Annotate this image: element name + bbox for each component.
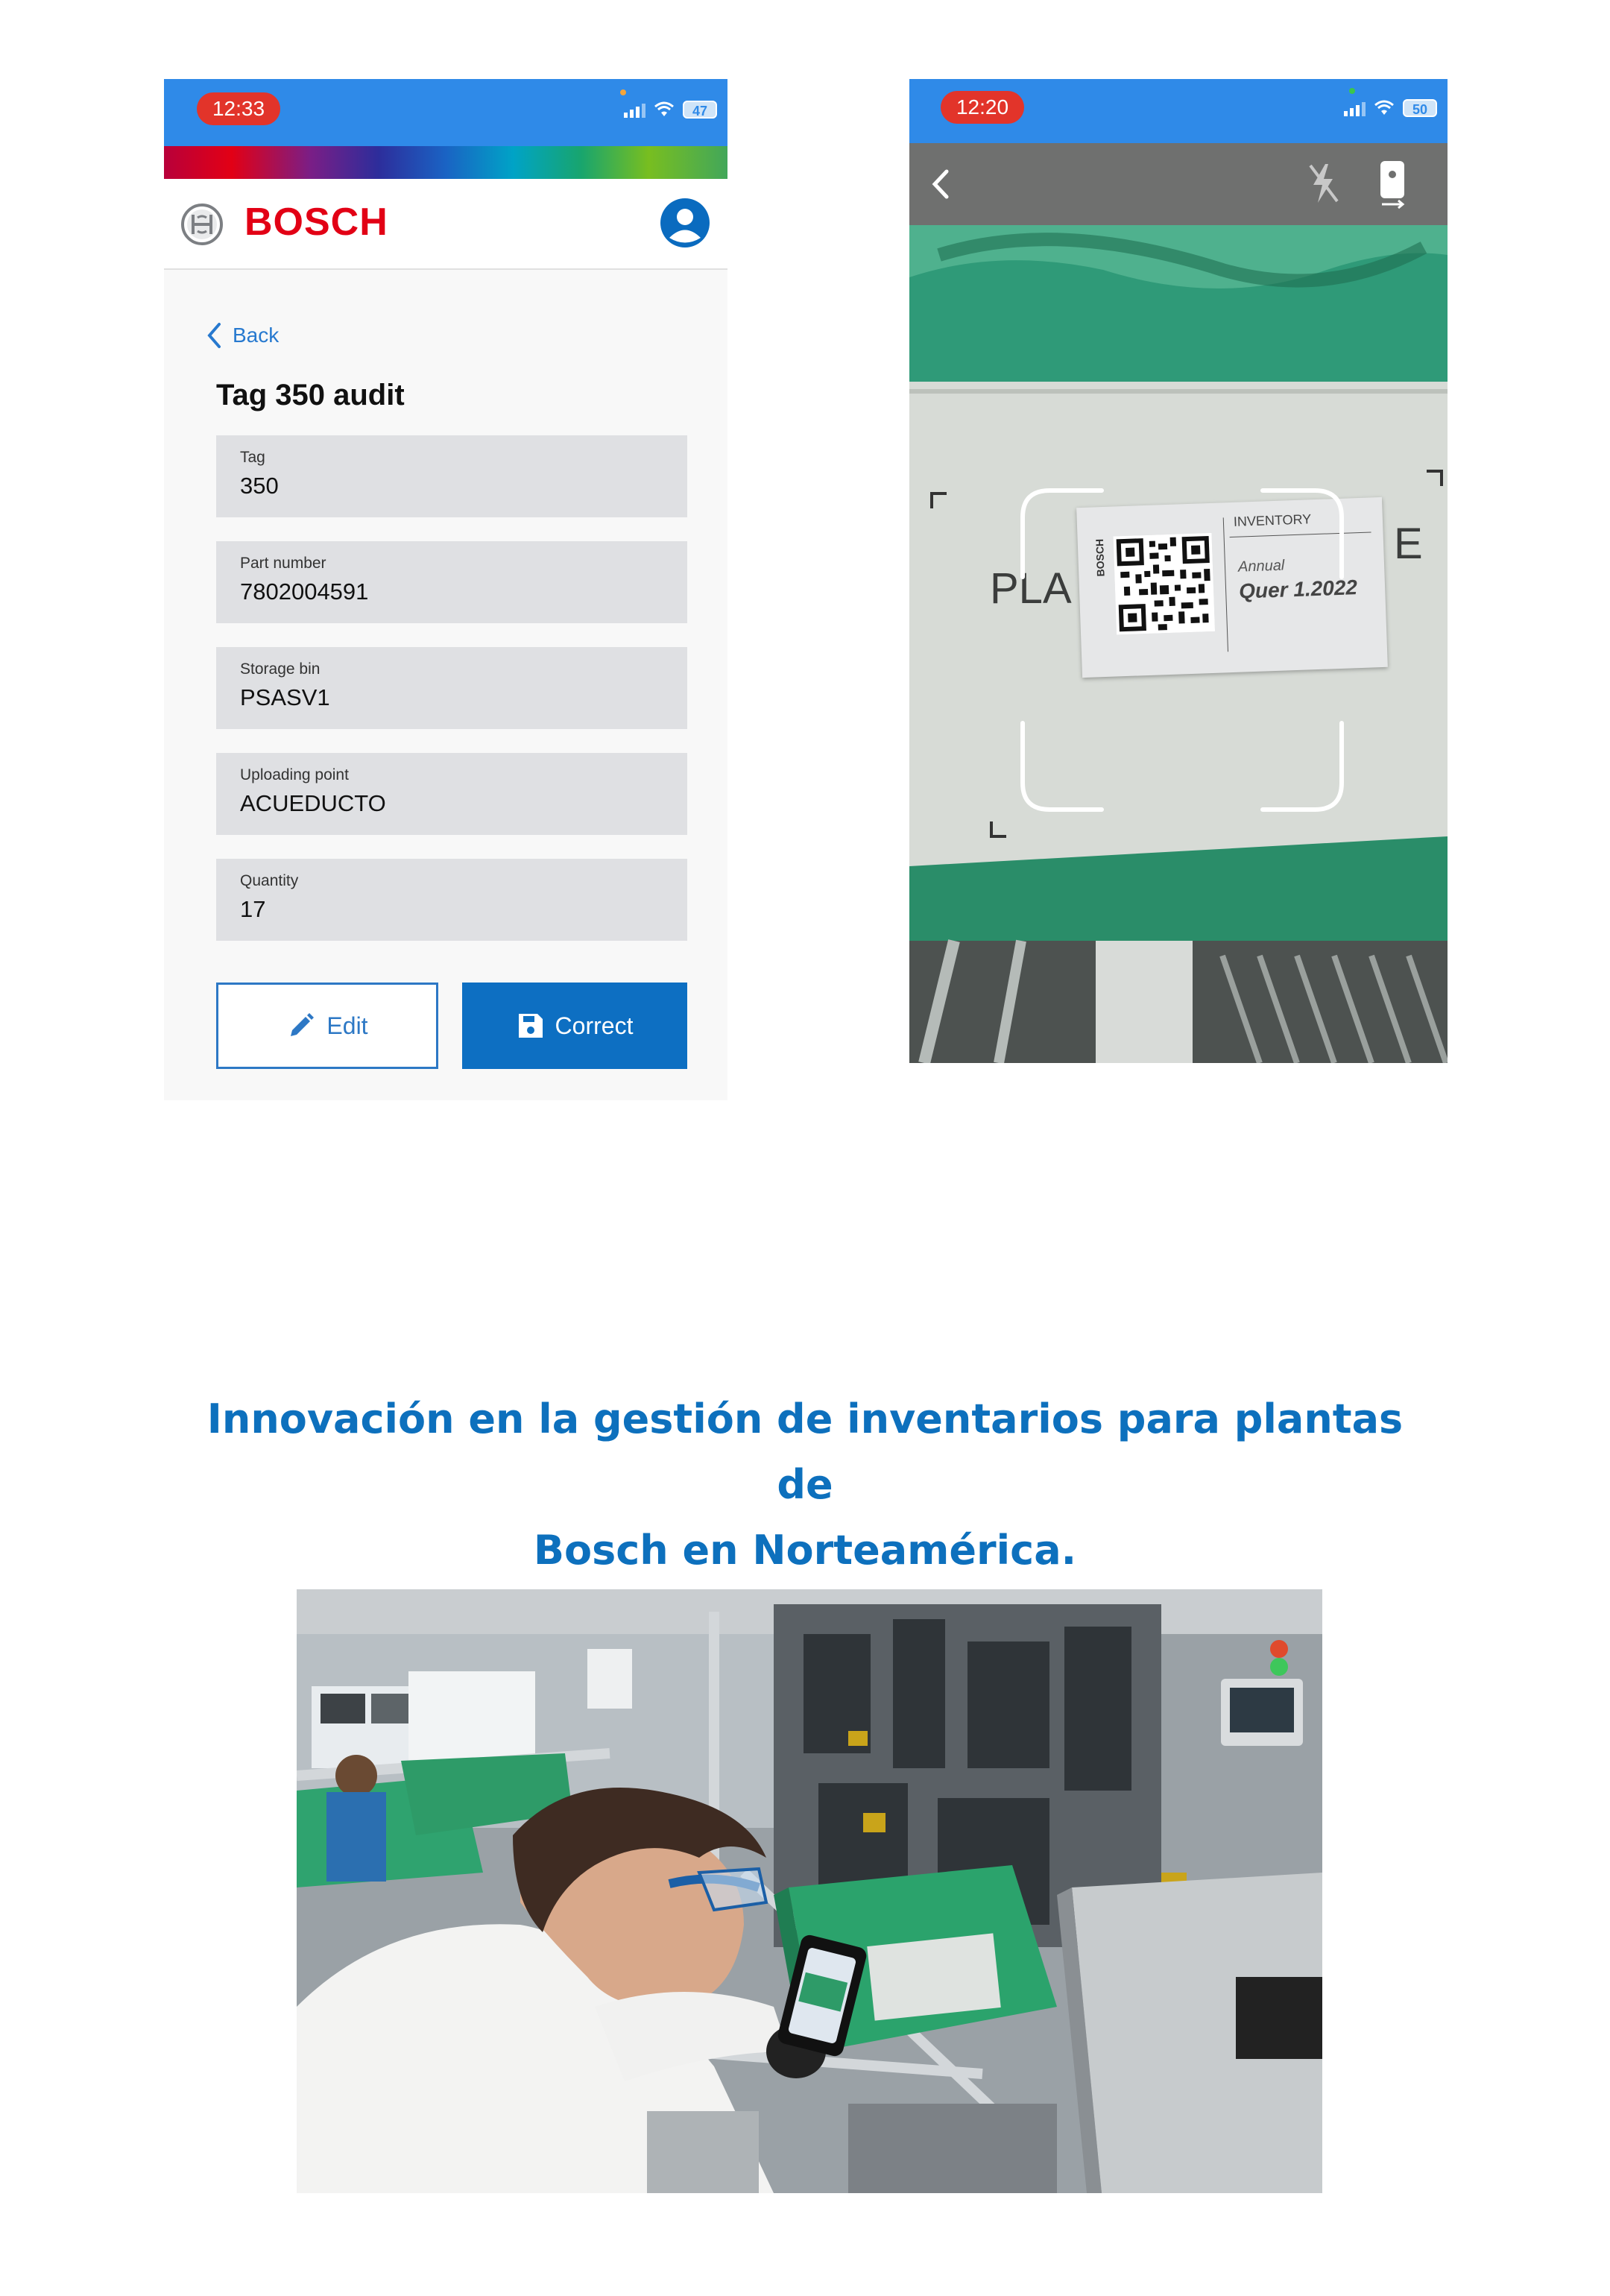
scan-frame [1020,488,1344,812]
brand-wordmark: BOSCH [244,201,388,244]
field-label: Tag [240,449,265,466]
field-value: 17 [240,896,266,922]
field-label: Storage bin [240,660,321,678]
headline-line-1: Innovación en la gestión de inventarios … [206,1395,1404,1508]
bosch-logo-icon [181,204,223,245]
field-value: ACUEDUCTO [240,790,386,816]
flash-off-icon[interactable] [1304,161,1342,206]
wifi-icon [654,101,674,116]
edit-button[interactable]: Edit [216,983,438,1069]
chevron-left-icon[interactable] [930,168,950,200]
tag-field[interactable]: Tag 350 [216,435,687,517]
camera-toolbar [909,143,1448,225]
field-label: Quantity [240,872,299,889]
page-title: Tag 350 audit [216,379,405,411]
status-bar: 12:20 50 [909,79,1448,143]
field-value: PSASV1 [240,684,330,710]
battery-icon: 50 [1403,99,1437,117]
correct-button[interactable]: Correct [462,983,687,1069]
pencil-icon [291,1013,315,1036]
chevron-left-icon [207,323,221,348]
correct-label: Correct [555,1012,634,1039]
signal-icon [624,101,645,118]
account-icon[interactable] [659,197,711,249]
save-icon [518,1014,543,1038]
back-label: Back [233,324,280,347]
status-bar: 12:33 47 [164,79,727,146]
headline-line-2: Bosch en Norteamérica. [533,1527,1077,1574]
factory-photo [297,1589,1322,2193]
app-header: BOSCH [164,179,727,270]
bin-text-right: E [1394,520,1423,568]
scanner-app-screenshot: PLA E BOSCH INVENTORY Annual Quer 1.2022… [909,79,1448,1063]
status-time: 12:33 [197,92,280,125]
back-link[interactable]: Back [206,322,279,349]
storage-bin-field[interactable]: Storage bin PSASV1 [216,647,687,729]
quantity-field[interactable]: Quantity 17 [216,859,687,941]
camera-indicator-dot [1349,88,1355,94]
wifi-icon [1374,100,1394,115]
status-time: 12:20 [941,91,1024,124]
edit-label: Edit [326,1012,368,1039]
headline: Innovación en la gestión de inventarios … [179,1387,1431,1583]
field-label: Part number [240,555,326,572]
worker-scanning-illustration [297,1589,1322,2193]
audit-app-screenshot: 12:33 47 BOSCH Back Tag 350 audit Tag 35… [164,79,727,1100]
uploading-point-field[interactable]: Uploading point ACUEDUCTO [216,753,687,835]
part-number-field[interactable]: Part number 7802004591 [216,541,687,623]
brand-supergraphic [164,146,727,179]
switch-camera-icon[interactable] [1376,160,1409,209]
field-value: 7802004591 [240,578,369,605]
battery-icon: 47 [683,101,717,119]
signal-icon [1344,100,1366,116]
field-value: 350 [240,473,279,499]
field-label: Uploading point [240,766,349,783]
privacy-indicator-dot [620,89,626,95]
